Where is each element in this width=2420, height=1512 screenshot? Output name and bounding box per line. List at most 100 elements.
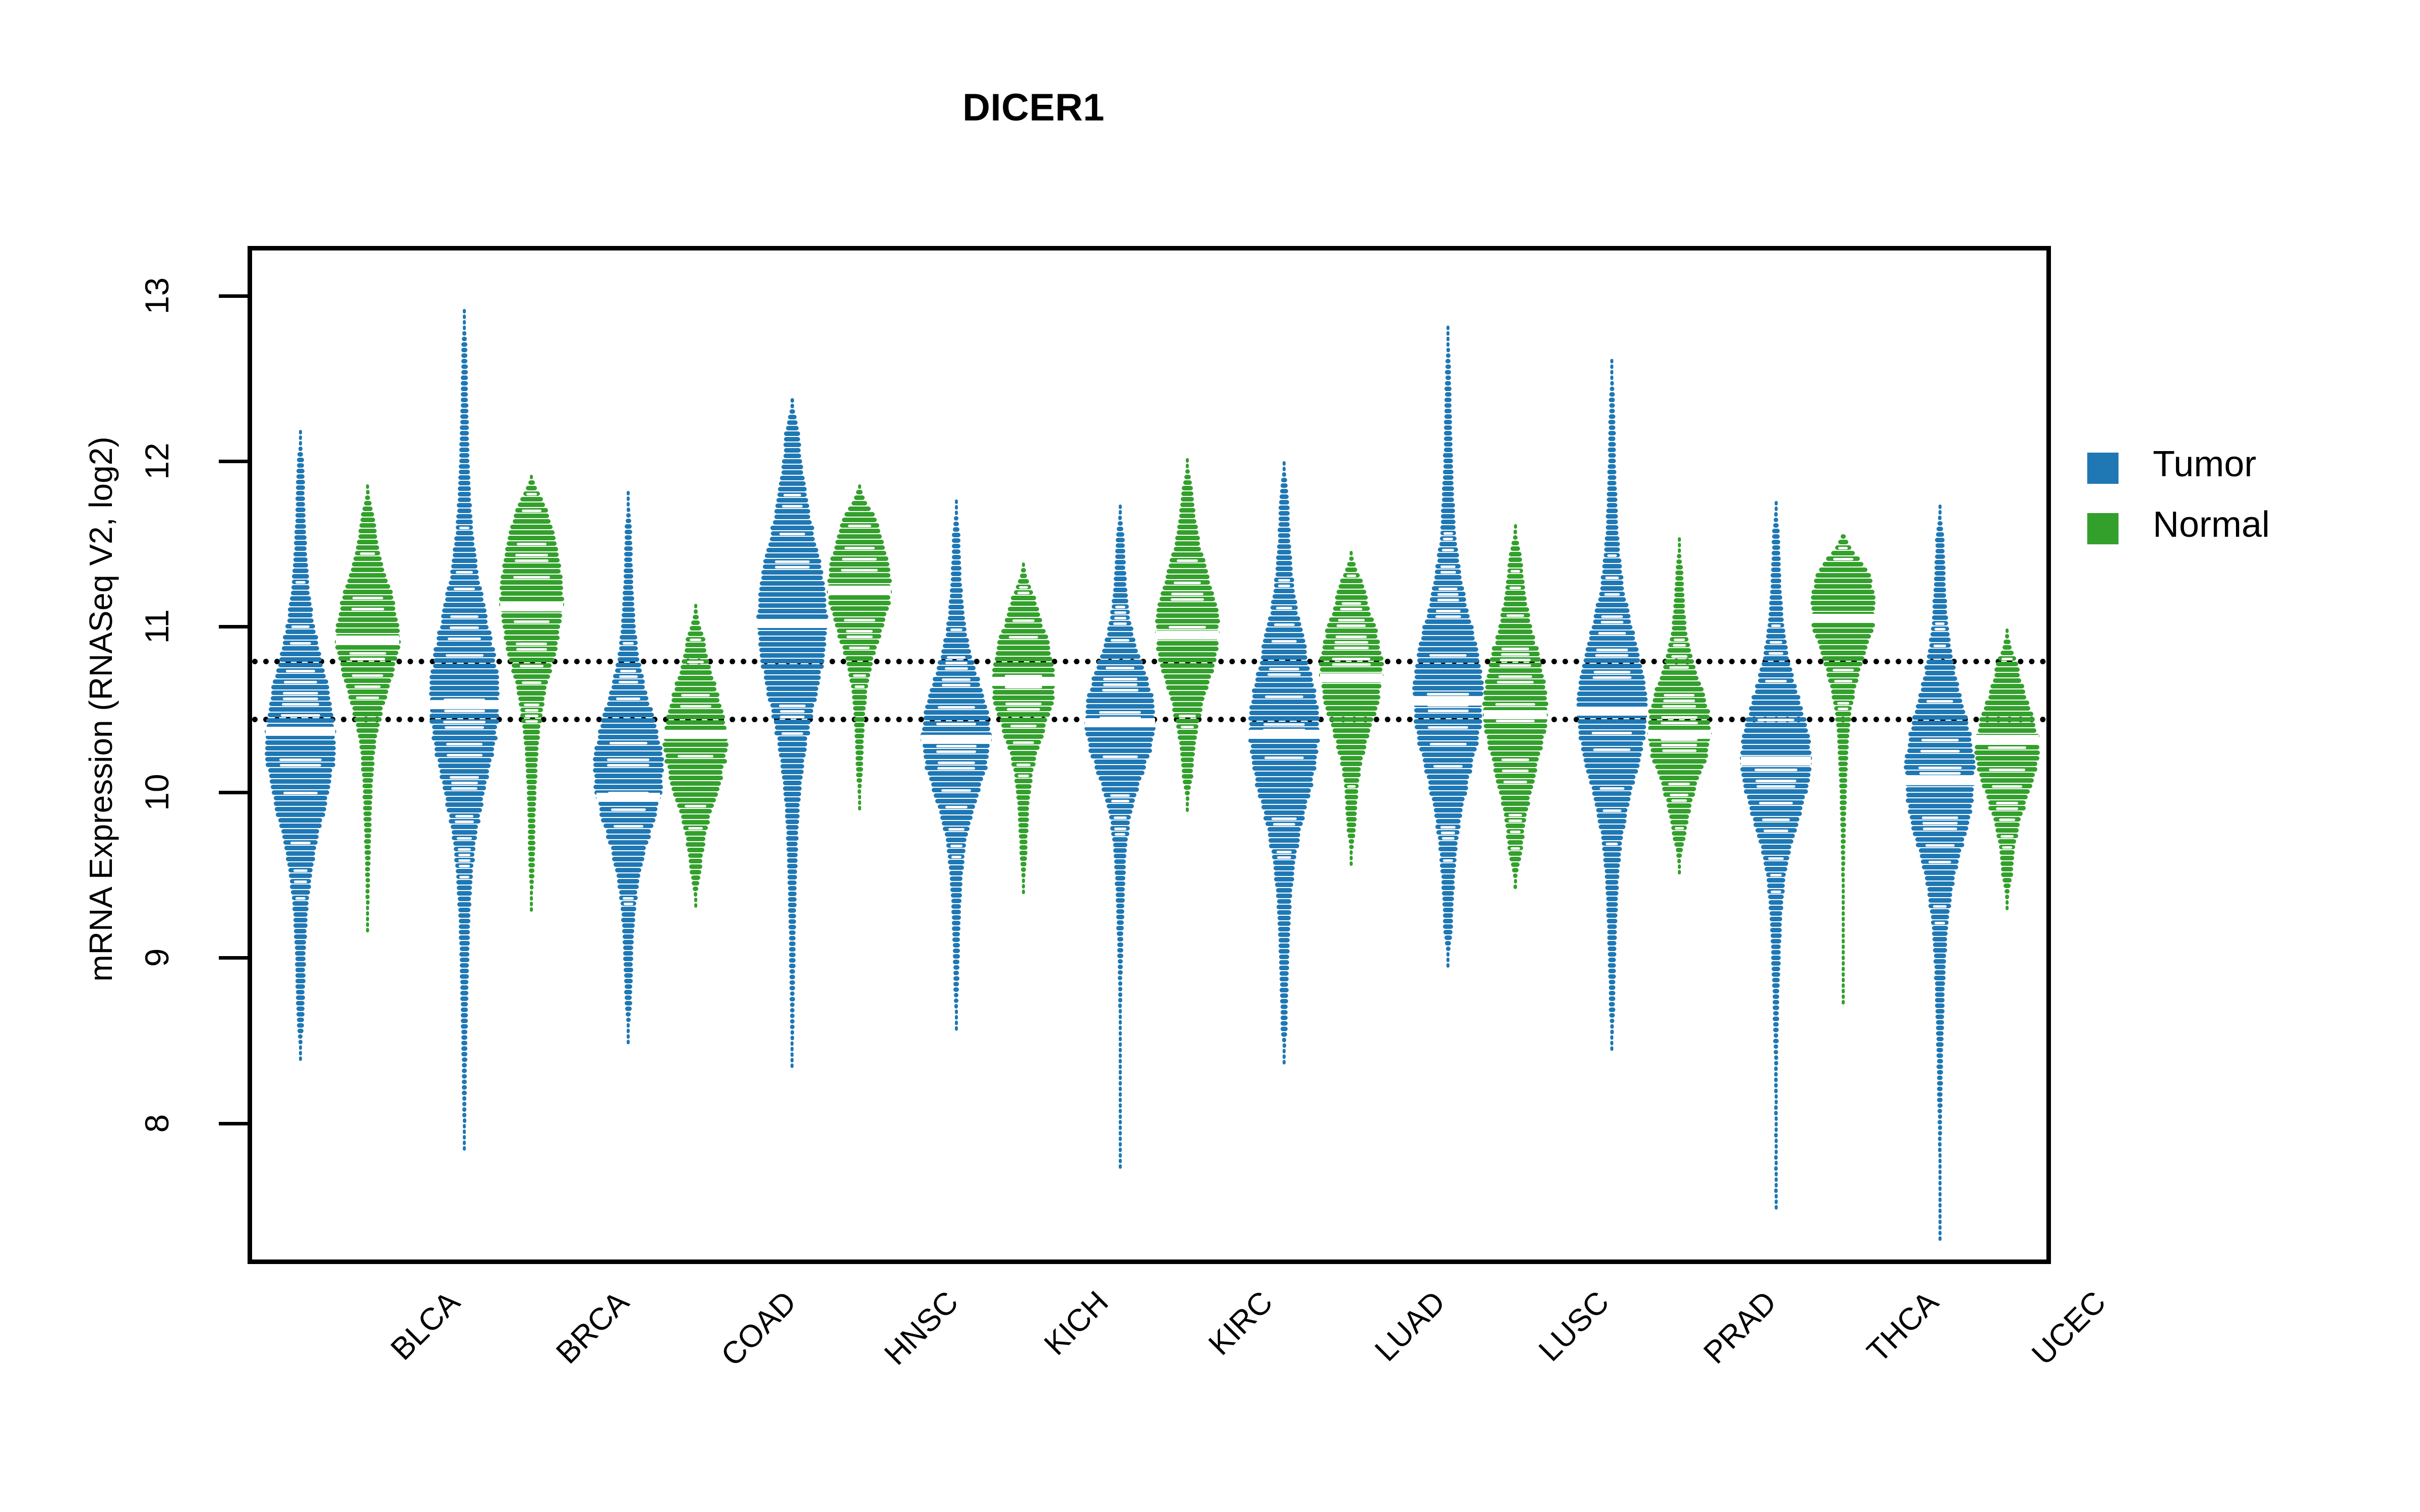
swarm-row — [1606, 902, 1618, 907]
swarm-gap — [1496, 720, 1535, 723]
swarm-row — [1114, 859, 1126, 864]
swarm-row — [296, 468, 305, 473]
swarm-row — [1772, 545, 1780, 550]
swarm-row — [451, 830, 477, 835]
swarm-row — [1606, 508, 1618, 513]
swarm-row — [624, 552, 633, 557]
swarm-row — [457, 897, 471, 902]
swarm-row — [293, 912, 308, 917]
swarm-row — [623, 580, 633, 585]
swarm-row — [1344, 789, 1359, 794]
swarm-row — [1599, 824, 1625, 829]
swarm-gap — [942, 683, 971, 686]
swarm-row — [1118, 1014, 1122, 1019]
swarm-row — [514, 513, 550, 518]
swarm-row — [509, 657, 555, 662]
swarm-gap — [1277, 856, 1292, 859]
swarm-row — [1771, 551, 1781, 556]
swarm-gap — [352, 674, 384, 677]
swarm-row — [526, 774, 537, 779]
swarm-row — [997, 712, 1050, 717]
swarm-row — [598, 801, 658, 806]
swarm-row — [1835, 717, 1851, 722]
swarm-gap — [459, 876, 469, 879]
swarm-row — [1001, 628, 1046, 634]
swarm-row — [1837, 739, 1849, 744]
swarm-row — [526, 796, 537, 801]
swarm-row — [276, 812, 325, 817]
swarm-row — [1667, 803, 1692, 808]
swarm-row — [1020, 861, 1026, 866]
swarm-row — [1743, 728, 1808, 733]
swarm-row — [461, 1074, 467, 1079]
swarm-row — [298, 1034, 303, 1039]
swarm-row — [1774, 1061, 1778, 1066]
swarm-row — [1841, 877, 1845, 883]
swarm-row — [1007, 745, 1040, 750]
swarm-row — [627, 1029, 630, 1034]
swarm-row — [789, 936, 796, 941]
swarm-row — [1118, 1125, 1122, 1130]
swarm-row — [296, 1000, 305, 1005]
swarm-row — [1587, 641, 1638, 646]
swarm-row — [1113, 587, 1127, 592]
swarm-row — [1434, 575, 1462, 580]
swarm-row — [265, 740, 336, 745]
swarm-row — [1446, 963, 1450, 968]
swarm-row — [1118, 1047, 1122, 1052]
swarm-row — [786, 847, 798, 852]
swarm-row — [1508, 557, 1523, 562]
swarm-row — [1934, 975, 1946, 980]
swarm-row — [1655, 765, 1704, 770]
swarm-row — [1329, 717, 1373, 722]
swarm-row — [943, 643, 970, 648]
swarm-row — [529, 879, 534, 884]
swarm-row — [784, 814, 800, 819]
swarm-row — [1437, 552, 1459, 557]
swarm-row — [1977, 728, 2037, 733]
swarm-row — [1503, 602, 1527, 607]
swarm-row — [1609, 1013, 1615, 1018]
swarm-row — [1841, 861, 1845, 866]
swarm-row — [1114, 582, 1127, 587]
swarm-row — [1483, 690, 1548, 696]
swarm-row — [1158, 652, 1217, 657]
swarm-row — [1445, 946, 1450, 951]
swarm-row — [624, 979, 633, 984]
swarm-row — [758, 592, 826, 597]
swarm-row — [295, 507, 306, 512]
swarm-row — [518, 696, 545, 701]
swarm-row — [295, 973, 306, 978]
swarm-gap — [936, 744, 977, 747]
swarm-row — [1160, 663, 1215, 668]
swarm-row — [294, 934, 307, 939]
swarm-row — [687, 631, 704, 636]
swarm-row — [1118, 1108, 1122, 1113]
swarm-row — [1757, 834, 1795, 839]
swarm-row — [461, 348, 467, 353]
swarm-gap — [1921, 816, 1958, 819]
swarm-row — [828, 601, 891, 606]
median-marker — [500, 602, 564, 612]
swarm-gap — [290, 841, 311, 844]
swarm-row — [782, 459, 803, 464]
swarm-row — [624, 990, 633, 995]
swarm-row — [1841, 844, 1846, 849]
swarm-row — [940, 815, 973, 820]
swarm-row — [285, 851, 316, 856]
swarm-row — [1819, 567, 1868, 572]
swarm-gap — [1332, 657, 1371, 660]
swarm-row — [1676, 559, 1682, 564]
swarm-gap — [515, 559, 549, 562]
swarm-gap — [687, 660, 704, 663]
swarm-row — [1999, 850, 2015, 855]
swarm-row — [1604, 541, 1620, 546]
swarm-row — [1604, 547, 1620, 552]
swarm-row — [1936, 1031, 1944, 1036]
swarm-row — [1433, 580, 1463, 585]
swarm-gap — [618, 681, 638, 684]
swarm-row — [1773, 523, 1779, 528]
swarm-gap — [1336, 635, 1367, 638]
swarm-row — [844, 512, 875, 517]
swarm-gap — [1106, 666, 1135, 669]
